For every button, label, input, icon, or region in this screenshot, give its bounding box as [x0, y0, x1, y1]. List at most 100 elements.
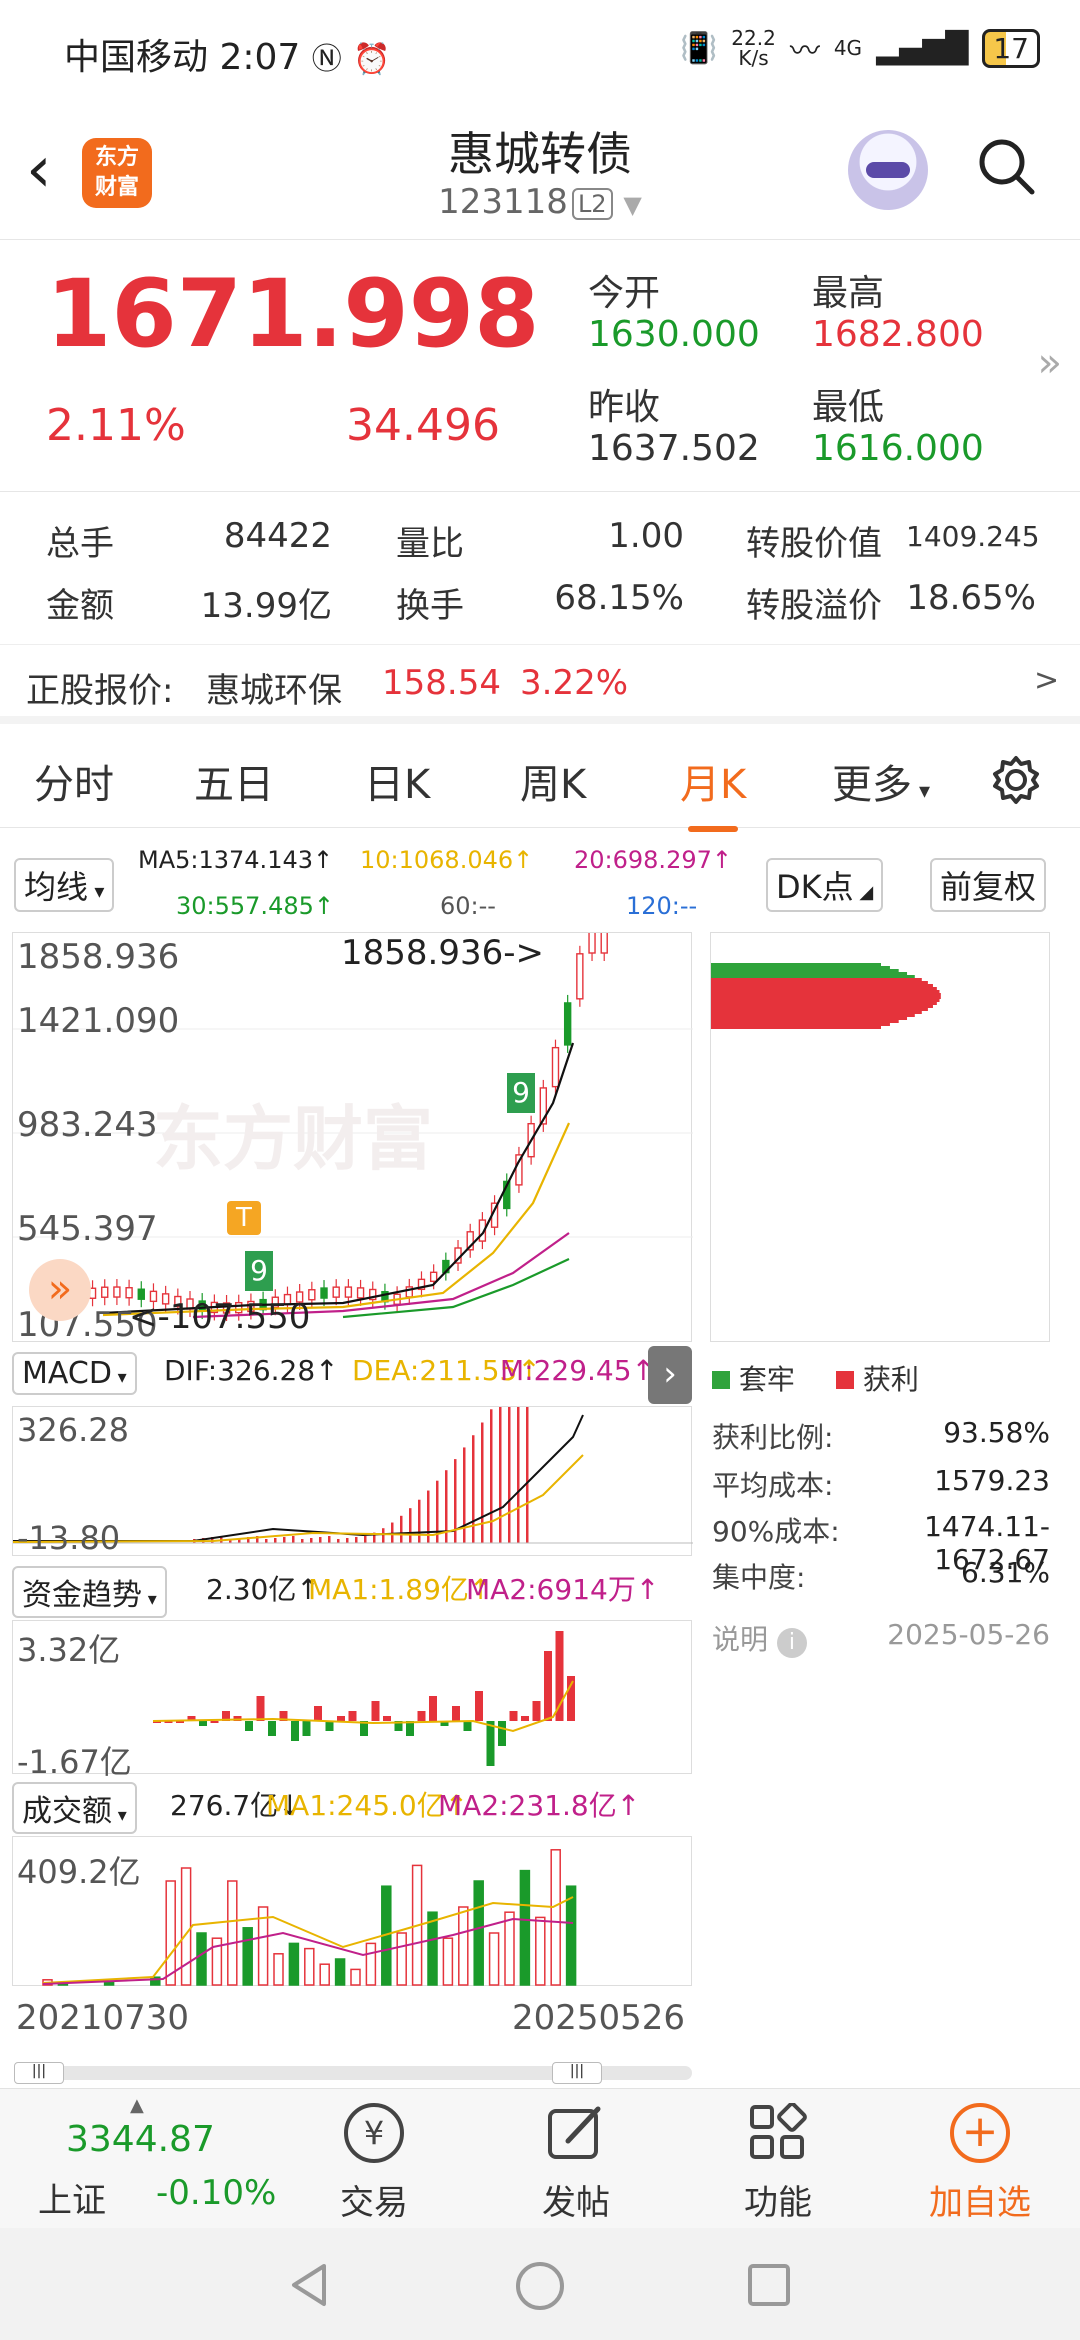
- amount-bar: [242, 1927, 253, 1986]
- underlying-stock-row[interactable]: 正股报价: 惠城环保 158.54 3.22% >: [0, 644, 1080, 724]
- trade-button[interactable]: 交易: [294, 2175, 454, 2224]
- y-label-4: 545.397: [17, 1209, 158, 1249]
- macd-bar: [418, 1499, 421, 1543]
- quote-panel: 1671.998 2.11% 34.496 今开 1630.000 最高 168…: [0, 240, 1080, 492]
- vol-ratio-value: 1.00: [608, 516, 684, 556]
- nav-home-icon[interactable]: [514, 2260, 566, 2312]
- amount-bar: [180, 1867, 192, 1986]
- premium-label: 转股溢价: [746, 586, 882, 626]
- fund-bar: [371, 1701, 380, 1721]
- amount-bar: [165, 1880, 176, 1986]
- fund-bar: [383, 1716, 391, 1721]
- chip-bar: [711, 993, 941, 996]
- expand-arrows-icon[interactable]: »: [29, 1259, 91, 1321]
- macd-bar: [364, 1536, 367, 1543]
- range-handle-left[interactable]: |||: [14, 2062, 64, 2084]
- fund-bar: [463, 1721, 472, 1731]
- chip-bar: [711, 975, 915, 978]
- add-plus-icon[interactable]: +: [950, 2103, 1010, 2163]
- volume-label: 总手: [46, 524, 114, 564]
- tab-intraday[interactable]: 分时: [34, 752, 114, 810]
- candle-body: [588, 933, 596, 954]
- signal-t-badge[interactable]: T: [227, 1201, 261, 1235]
- amount-bar: [550, 1849, 561, 1986]
- tab-weekly-k[interactable]: 周K: [520, 752, 586, 810]
- function-button[interactable]: 功能: [698, 2175, 858, 2224]
- prev-close-label: 昨收: [588, 387, 661, 428]
- max-annotation: 1858.936->: [341, 933, 544, 973]
- add-watchlist-button[interactable]: 加自选: [900, 2175, 1060, 2224]
- signal-9-badge[interactable]: 9: [245, 1251, 273, 1291]
- macd-bar: [400, 1515, 403, 1543]
- nav-recent-icon[interactable]: [744, 2260, 794, 2310]
- chip-bar: [711, 1005, 933, 1008]
- ai-assistant-icon[interactable]: [848, 130, 928, 210]
- note-link[interactable]: 说明 i: [712, 1618, 807, 1658]
- profit-ratio-value: 93.58%: [943, 1416, 1050, 1449]
- amount-bar: [442, 1937, 454, 1986]
- tab-daily-k[interactable]: 日K: [364, 752, 430, 810]
- amount-bar: [488, 1932, 500, 1986]
- system-nav-bar: [0, 2228, 1080, 2340]
- concentration-label: 集中度:: [712, 1561, 806, 1594]
- panel-next-arrow-icon[interactable]: ›: [648, 1346, 692, 1404]
- dk-point-selector[interactable]: DK点 ◢: [766, 858, 884, 912]
- index-pct[interactable]: -0.10%: [156, 2173, 276, 2213]
- settings-gear-icon[interactable]: [990, 754, 1042, 806]
- fund-bar: [245, 1721, 253, 1731]
- post-edit-icon[interactable]: [546, 2103, 606, 2163]
- adjust-selector[interactable]: 前复权: [930, 858, 1047, 912]
- volume-value: 84422: [223, 516, 332, 556]
- candle-body: [429, 1271, 438, 1283]
- chip-bar: [711, 978, 922, 981]
- nav-back-icon[interactable]: [284, 2260, 334, 2310]
- tab-monthly-k[interactable]: 月K: [680, 752, 746, 832]
- chip-bar: [711, 990, 940, 993]
- amount-bar: [319, 1963, 330, 1986]
- y-label-2: 1421.090: [17, 1001, 180, 1041]
- level-badge: L2: [571, 187, 613, 220]
- fund-trend-selector[interactable]: 资金趋势 ▾: [12, 1566, 167, 1618]
- ma60-value: 60:--: [440, 892, 496, 920]
- change-percent: 2.11%: [46, 400, 186, 451]
- candle-body: [332, 1286, 340, 1298]
- cost90-label: 90%成本:: [712, 1515, 840, 1548]
- macd-bar: [526, 1351, 529, 1543]
- macd-bar: [355, 1537, 358, 1543]
- post-button[interactable]: 发帖: [496, 2175, 656, 2224]
- macd-selector[interactable]: MACD ▾: [12, 1352, 137, 1395]
- index-value[interactable]: 3344.87: [66, 2119, 215, 2160]
- amount-bar: [427, 1911, 438, 1986]
- fund-bar: [302, 1721, 311, 1736]
- open-label: 今开: [588, 273, 661, 314]
- trade-yen-icon[interactable]: ¥: [344, 2103, 404, 2163]
- legend-trapped: 套牢: [712, 1358, 795, 1398]
- fund-chart: 3.32亿 -1.67亿: [12, 1620, 692, 1781]
- turnover-value: 68.15%: [554, 578, 684, 618]
- amount-bar: [458, 1906, 469, 1986]
- stock-header: ‹ 东方 财富 惠城转债 123118 L2 ▼: [0, 100, 1080, 240]
- index-name[interactable]: 上证: [38, 2173, 106, 2222]
- search-icon[interactable]: [976, 136, 1036, 196]
- chip-bar: [711, 1008, 928, 1011]
- ma-selector[interactable]: 均线 ▾: [14, 858, 115, 912]
- alarm-icon: ⏰: [353, 42, 391, 77]
- kline-chart[interactable]: 东方财富 1858.936 1421.090 983.243 545.397 1…: [12, 932, 693, 1345]
- function-grid-icon[interactable]: [748, 2103, 808, 2163]
- fund-bar: [256, 1696, 265, 1721]
- expand-chevron-icon[interactable]: »: [1038, 340, 1062, 386]
- macd-bar: [409, 1508, 412, 1543]
- tab-more[interactable]: 更多 ▾: [832, 752, 930, 810]
- amount-selector[interactable]: 成交额 ▾: [12, 1782, 137, 1834]
- info-icon: i: [776, 1628, 807, 1658]
- range-handle-right[interactable]: |||: [552, 2062, 602, 2084]
- amount-bar: [273, 1953, 284, 1986]
- amount-bar: [350, 1968, 361, 1986]
- chip-bar: [711, 999, 940, 1002]
- amount-ma2: MA2:231.8亿↑: [438, 1789, 641, 1822]
- chip-bar: [711, 981, 928, 984]
- macd-bar: [283, 1537, 286, 1543]
- tab-five-day[interactable]: 五日: [194, 752, 274, 810]
- signal-9-badge-2[interactable]: 9: [507, 1073, 535, 1113]
- chip-bar: [711, 966, 890, 969]
